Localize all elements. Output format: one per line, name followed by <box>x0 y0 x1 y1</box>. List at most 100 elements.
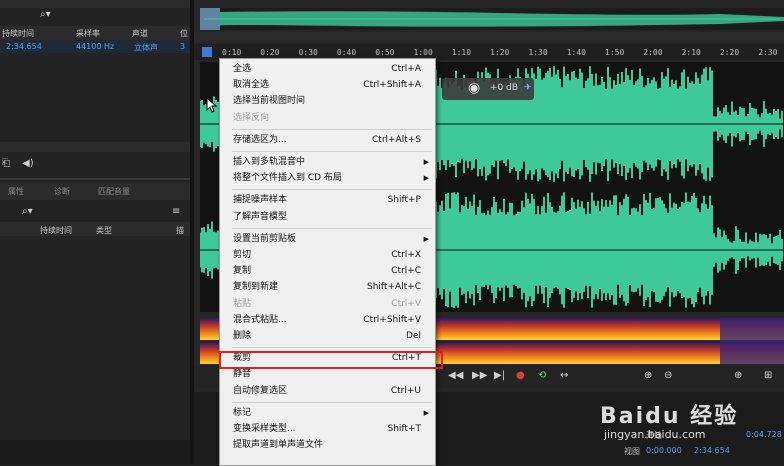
menu-item-label: 剪切 <box>233 250 252 260</box>
menu-item[interactable]: 选择当前视图时间 <box>220 93 435 109</box>
hud-volume[interactable]: ◉ +0 dB ✈ <box>442 78 534 100</box>
zoom-full-icon[interactable]: ⊞ <box>764 370 772 381</box>
menu-item[interactable]: 捕捉噪声样本 Shift+P <box>220 192 435 208</box>
menu-item[interactable]: 设置当前剪贴板 ▶ <box>220 231 435 247</box>
col-type[interactable]: 类型 <box>96 225 112 236</box>
menu-item[interactable]: 取消全选 Ctrl+Shift+A <box>220 77 435 93</box>
loop-icon[interactable]: ⟲ <box>538 370 546 381</box>
speaker-icon[interactable]: ◀) <box>22 158 34 169</box>
ruler-tick: 0:30 <box>298 48 318 57</box>
menu-item[interactable]: 复制 Ctrl+C <box>220 263 435 279</box>
ruler-tick: 0:20 <box>260 48 280 57</box>
search-icon[interactable]: ⌕▾ <box>40 9 51 20</box>
col-desc[interactable]: 描 <box>176 225 184 236</box>
fast-forward-icon[interactable]: ▶▶ <box>472 370 487 381</box>
menu-item[interactable]: 提取声道到单声道文件 <box>220 437 435 453</box>
file-sample-rate: 44100 Hz <box>76 42 115 51</box>
overview-scrollbar[interactable] <box>194 32 784 42</box>
menu-item[interactable]: 全选 Ctrl+A <box>220 61 435 77</box>
submenu-arrow-icon: ▶ <box>423 234 429 243</box>
menu-item[interactable]: 了解声音模型 <box>220 209 435 225</box>
tab-properties[interactable]: 属性 <box>8 186 24 197</box>
menu-item-shortcut: Ctrl+Alt+S <box>372 134 421 145</box>
menu-item[interactable]: 将整个文件插入到 CD 布局 ▶ <box>220 170 435 186</box>
file-row[interactable]: 2:34.654 44100 Hz 立体声 3 <box>0 40 190 53</box>
ruler-tick: 1:50 <box>605 48 625 57</box>
menu-item[interactable]: 剪切 Ctrl+X <box>220 247 435 263</box>
tab-diagnostics[interactable]: 诊断 <box>54 186 70 197</box>
ruler-tick: 0:40 <box>336 48 357 57</box>
col-duration[interactable]: 持续时间 <box>40 225 72 236</box>
files-header: 持续时间 采样率 声道 位 <box>0 26 190 40</box>
ruler-tick: 1:30 <box>528 48 548 57</box>
highlight-box <box>219 351 443 369</box>
menu-item-shortcut: Ctrl+Shift+A <box>363 80 421 91</box>
search-icon[interactable]: ⌕▾ <box>22 206 33 217</box>
submenu-arrow-icon: ▶ <box>423 408 429 417</box>
menu-item[interactable]: 插入到多轨混音中 ▶ <box>220 154 435 170</box>
filter-icon[interactable]: ≡ <box>172 206 180 217</box>
files-scrollbar[interactable] <box>0 142 190 152</box>
tab-match-volume[interactable]: 匹配音量 <box>98 186 130 197</box>
file-duration: 2:34.654 <box>6 42 42 51</box>
watermark: Baidu 经验 jingyan.baidu.com <box>600 398 739 441</box>
view-end[interactable]: 2:34.654 <box>694 446 730 455</box>
left-panels: ⌕▾ 持续时间 采样率 声道 位 2:34.654 44100 Hz 立体声 3… <box>0 0 190 464</box>
menu-item[interactable]: 复制到新建 Shift+Alt+C <box>220 279 435 295</box>
menu-item[interactable]: 自动修复选区 Ctrl+U <box>220 383 435 399</box>
menu-item-label: 全选 <box>233 64 252 74</box>
rewind-icon[interactable]: ◀◀ <box>448 370 463 381</box>
props-header: 持续时间 类型 描 <box>0 222 190 236</box>
menu-item-label: 存储选区为... <box>233 134 287 145</box>
col-channels[interactable]: 声道 <box>132 28 148 39</box>
menu-item-label: 设置当前剪贴板 <box>233 233 297 244</box>
menu-item-label: 删除 <box>233 331 252 341</box>
watermark-logo: Baidu 经验 <box>600 404 739 429</box>
menu-separator <box>232 151 432 152</box>
file-channels: 立体声 <box>134 43 158 52</box>
menu-item-shortcut: Ctrl+Shift+V <box>363 314 421 325</box>
context-menu: 全选 Ctrl+A 取消全选 Ctrl+Shift+A 选择当前视图时间 选择反向存储选区… <box>219 58 436 466</box>
ruler-tick: 1:00 <box>413 48 433 57</box>
skip-selection-icon[interactable]: ↔ <box>560 370 568 381</box>
menu-item[interactable]: 标记 ▶ <box>220 405 435 421</box>
ruler-tick: 1:10 <box>451 48 472 57</box>
menu-item-label: 选择当前视图时间 <box>233 96 306 107</box>
menu-item-shortcut: Shift+P <box>387 195 421 206</box>
menu-item-label: 粘贴 <box>233 298 252 309</box>
volume-knob-icon[interactable]: ◉ <box>468 80 480 96</box>
panel-top-bar <box>0 0 190 8</box>
menu-item-label: 选择反向 <box>233 112 270 123</box>
col-bits[interactable]: 位 <box>180 28 188 39</box>
menu-item[interactable]: 混合式粘贴... Ctrl+Shift+V <box>220 312 435 328</box>
watermark-url: jingyan.baidu.com <box>604 428 706 441</box>
menu-item-label: 了解声音模型 <box>233 211 288 222</box>
menu-item[interactable]: 变换采样类型... Shift+T <box>220 421 435 437</box>
menu-item[interactable]: 存储选区为... Ctrl+Alt+S <box>220 132 435 148</box>
menu-item[interactable]: 删除 Del <box>220 328 435 344</box>
menu-item-label: 标记 <box>233 407 252 418</box>
zoom-in-time-icon[interactable]: ⊕ <box>734 370 742 381</box>
col-sample-rate[interactable]: 采样率 <box>76 28 100 39</box>
menu-item-label: 自动修复选区 <box>233 385 288 396</box>
menu-item-label: 将整个文件插入到 CD 布局 <box>233 173 342 184</box>
skip-end-icon[interactable]: ▶| <box>494 370 505 381</box>
menu-item-label: 复制到新建 <box>233 282 279 293</box>
zoom-out-amplitude-icon[interactable]: ⊖ <box>664 370 672 381</box>
overview-waveform[interactable] <box>200 8 784 30</box>
menu-separator <box>232 347 432 349</box>
ruler-tick: 2:30 <box>758 48 778 57</box>
col-duration[interactable]: 持续时间 <box>2 28 34 39</box>
pin-icon[interactable]: ✈ <box>524 83 532 93</box>
menu-separator <box>232 128 432 130</box>
record-icon[interactable]: ● <box>516 370 525 381</box>
menu-separator <box>232 189 432 191</box>
insert-icon[interactable]: ⎗ <box>2 158 10 169</box>
zoom-in-amplitude-icon[interactable]: ⊕ <box>644 370 652 381</box>
view-start[interactable]: 0:00.000 <box>646 446 682 455</box>
ruler-tick: 0:10 <box>222 48 242 57</box>
menu-item-shortcut: Ctrl+C <box>391 266 421 277</box>
menu-item-shortcut: Ctrl+V <box>391 298 421 309</box>
playhead-marker[interactable] <box>202 47 212 57</box>
duration-value[interactable]: 0:04.728 <box>746 430 782 439</box>
